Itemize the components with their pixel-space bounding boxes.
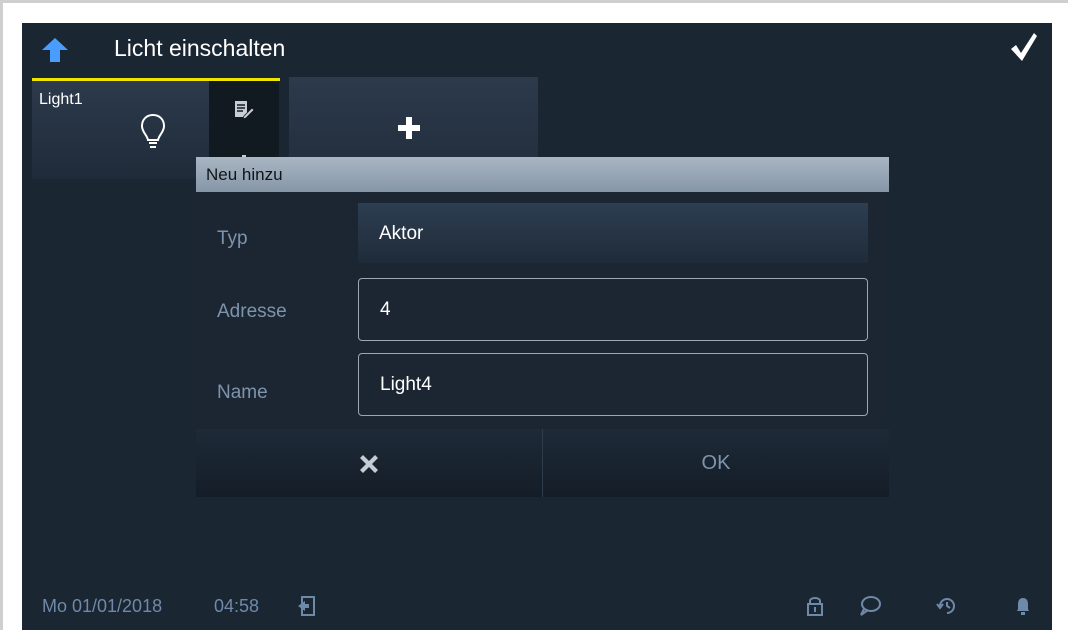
type-selector[interactable]: Aktor: [358, 203, 868, 263]
edit-icon: [235, 101, 255, 120]
name-value: Light4: [380, 374, 432, 395]
checkmark-icon[interactable]: [1008, 31, 1038, 63]
plus-icon: [398, 117, 420, 139]
status-bar: Mo 01/01/2018 04:58: [22, 588, 1052, 628]
status-date: Mo 01/01/2018: [42, 596, 163, 616]
name-field[interactable]: Light4: [358, 353, 868, 416]
ok-label: OK: [701, 452, 731, 474]
close-icon: [360, 455, 378, 473]
message-icon[interactable]: [859, 595, 881, 617]
light-bulb-icon: [140, 113, 166, 151]
bell-icon[interactable]: [1015, 595, 1031, 617]
page-title: Licht einschalten: [114, 35, 286, 61]
dialog-buttons: OK: [196, 429, 889, 497]
lock-icon[interactable]: [806, 595, 824, 617]
light-tile[interactable]: Light1: [32, 81, 209, 179]
status-time: 04:58: [214, 596, 260, 616]
address-field[interactable]: 4: [358, 278, 868, 341]
name-label: Name: [217, 382, 268, 403]
cancel-button[interactable]: [196, 429, 542, 497]
dialog-header: Neu hinzu: [196, 157, 889, 192]
address-value: 4: [380, 299, 391, 320]
light-tile-label: Light1: [39, 91, 83, 108]
logout-icon[interactable]: [296, 595, 316, 617]
back-arrow-icon[interactable]: [40, 37, 70, 63]
history-icon[interactable]: [936, 595, 958, 617]
address-label: Adresse: [217, 301, 287, 322]
dialog-title: Neu hinzu: [206, 165, 283, 184]
panel-screen: Licht einschalten Light1 Neu hinzu Typ A…: [22, 23, 1052, 630]
type-value: Aktor: [379, 223, 424, 244]
ok-button[interactable]: OK: [543, 429, 889, 497]
add-dialog: Neu hinzu Typ Aktor Adresse 4 Name Light…: [196, 157, 889, 498]
type-label: Typ: [217, 228, 248, 249]
